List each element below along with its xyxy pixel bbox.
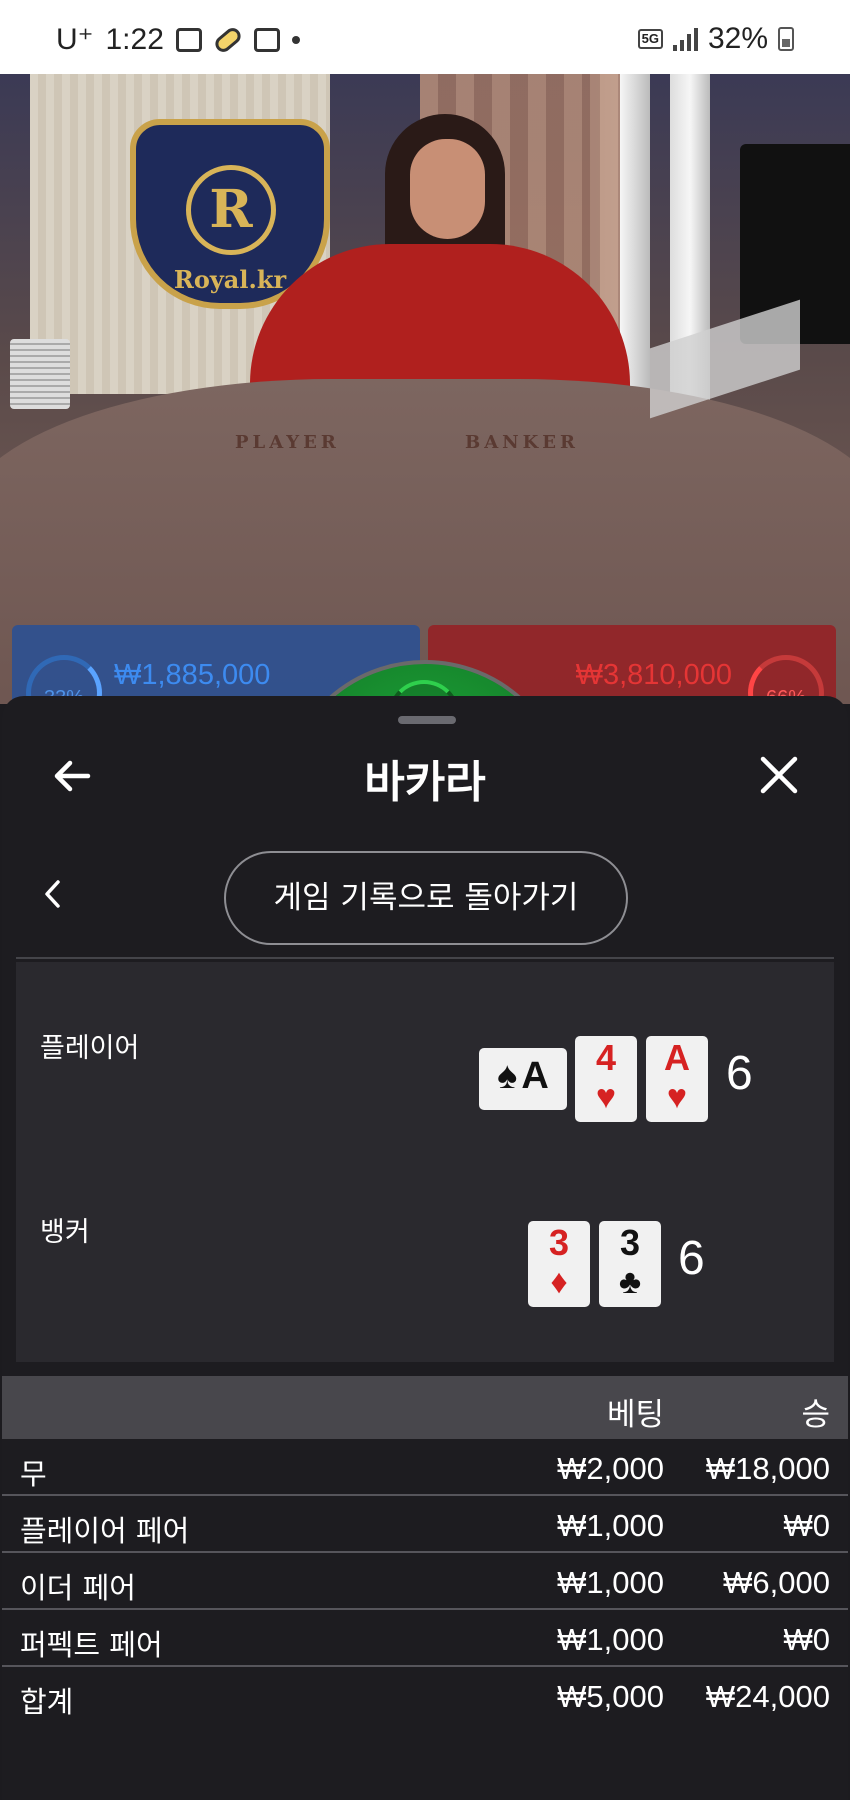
network-type-icon: 5G [637, 29, 663, 49]
club-suit-icon: ♣ [618, 1263, 642, 1301]
row-name: 플레이어 페어 [20, 1514, 190, 1548]
close-icon[interactable] [754, 750, 804, 800]
row-name: 합계 [20, 1685, 74, 1719]
spade-suit-icon: ♠ [497, 1055, 518, 1097]
row-bet: ₩1,000 [557, 1622, 664, 1657]
bet-statistics-bar: 33% ₩1,885,000 8 ₩3,810,000 17 66% 1% [0, 625, 850, 704]
table-row: 무 ₩2,000 ₩18,000 [2, 1439, 848, 1496]
royal-crest-icon: R [186, 165, 276, 255]
player-card-1: ♠ A [479, 1048, 567, 1110]
diamond-suit-icon: ♦ [550, 1263, 568, 1301]
row-bet: ₩5,000 [557, 1679, 664, 1714]
header-win: 승 [801, 1397, 830, 1432]
heart-suit-icon: ♥ [666, 1078, 688, 1116]
dealer-face [410, 139, 485, 239]
divider [16, 957, 834, 959]
back-to-history-button[interactable]: 게임 기록으로 돌아가기 [224, 851, 628, 945]
signal-strength-icon [672, 27, 698, 51]
game-detail-sheet: 바카라 게임 기록으로 돌아가기 플레이어 ♠ A 4 ♥ A ♥ 6 뱅커 3 … [2, 696, 848, 1800]
player-bet-amount: ₩1,885,000 [114, 659, 271, 691]
status-bar: U⁺ 1:22 5G 32% [0, 0, 850, 74]
row-name: 퍼펙트 페어 [20, 1628, 163, 1662]
battery-icon [778, 27, 794, 51]
table-row: 이더 페어 ₩1,000 ₩6,000 [2, 1553, 848, 1610]
clock: 1:22 [105, 22, 164, 56]
table-row: 퍼펙트 페어 ₩1,000 ₩0 [2, 1610, 848, 1667]
sheet-drag-handle[interactable] [398, 716, 456, 724]
banker-score: 6 [678, 1232, 705, 1285]
row-bet: ₩1,000 [557, 1565, 664, 1600]
banker-card-1: 3 ♦ [528, 1221, 590, 1307]
player-card-2: 4 ♥ [575, 1036, 637, 1122]
card-stack [10, 339, 70, 409]
pill-notification-icon [212, 24, 244, 55]
table-player-label: PLAYER [235, 432, 340, 453]
status-left: U⁺ 1:22 [56, 22, 300, 57]
row-win: ₩24,000 [705, 1679, 830, 1714]
row-name: 이더 페어 [20, 1571, 136, 1605]
sheet-title: 바카라 [364, 757, 486, 808]
banker-hand-label: 뱅커 [40, 1217, 90, 1248]
row-bet: ₩2,000 [557, 1451, 664, 1486]
row-win: ₩0 [783, 1508, 831, 1543]
banker-card-2: 3 ♣ [599, 1221, 661, 1307]
heart-suit-icon: ♥ [595, 1078, 617, 1116]
row-win: ₩18,000 [705, 1451, 830, 1486]
battery-percent: 32% [707, 22, 768, 55]
status-right: 5G 32% [637, 22, 794, 56]
chevron-left-icon[interactable] [38, 874, 68, 914]
header-bet: 베팅 [606, 1397, 664, 1432]
table-total-row: 합계 ₩5,000 ₩24,000 [2, 1667, 848, 1724]
player-card-3: A ♥ [646, 1036, 708, 1122]
row-bet: ₩1,000 [557, 1508, 664, 1543]
hand-results-panel: 플레이어 ♠ A 4 ♥ A ♥ 6 뱅커 3 ♦ 3 ♣ 6 [16, 962, 834, 1362]
more-notifications-dot-icon [291, 35, 300, 44]
player-score: 6 [726, 1047, 753, 1100]
gallery-notification-icon [175, 27, 202, 52]
row-win: ₩6,000 [723, 1565, 830, 1600]
bet-results-table: 베팅 승 무 ₩2,000 ₩18,000 플레이어 페어 ₩1,000 ₩0 … [2, 1376, 848, 1724]
carrier-label: U⁺ [56, 23, 94, 56]
banker-bet-amount: ₩3,810,000 [575, 659, 732, 691]
row-name: 무 [20, 1457, 47, 1491]
table-header: 베팅 승 [2, 1376, 848, 1439]
app-notification-icon [253, 27, 280, 52]
table-row: 플레이어 페어 ₩1,000 ₩0 [2, 1496, 848, 1553]
table-banker-label: BANKER [465, 432, 579, 453]
live-dealer-video[interactable]: R Royal.kr PLAYER BANKER 33% ₩1,885,000 … [0, 74, 850, 704]
player-hand-label: 플레이어 [40, 1033, 140, 1064]
row-win: ₩0 [783, 1622, 831, 1657]
